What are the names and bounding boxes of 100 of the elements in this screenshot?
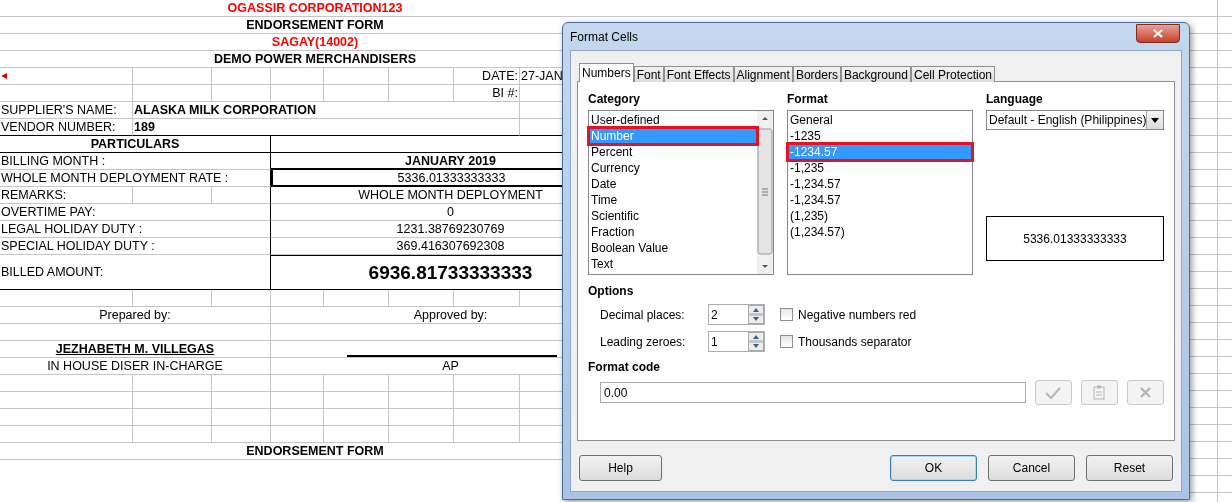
empty-cell [271,290,324,307]
section-heading: Options [588,284,635,298]
list-item[interactable]: Fraction [589,224,757,240]
language-dropdown[interactable]: Default - English (Philippines) [986,110,1164,130]
format-preview: 5336.01333333333 [986,216,1164,261]
list-item[interactable]: Date [589,176,757,192]
empty-cell [389,290,454,307]
checkbox[interactable] [780,335,793,348]
field-label: BILLED AMOUNT: [0,255,271,290]
category-list[interactable]: User-defined Number Percent Currency Date Time Scientific Fraction Boolean Value Text [588,110,774,275]
empty-cell [324,392,389,409]
empty-cell [324,375,389,392]
field-label: Prepared by: [0,307,271,324]
empty-cell [454,375,520,392]
check-icon [1045,386,1062,399]
empty-cell [271,68,324,85]
spin-arrows-icon[interactable] [748,305,764,324]
tab[interactable]: Alignment [733,66,793,82]
close-icon [1139,387,1151,398]
dialog-button[interactable]: OK [890,455,977,481]
field-label: SPECIAL HOLIDAY DUTY : [0,238,271,255]
spin-arrows-icon[interactable] [748,332,764,351]
empty-cell [212,68,271,85]
empty-cell [454,392,520,409]
dropdown-arrow-icon [1151,117,1160,123]
empty-cell [271,409,324,426]
list-item[interactable]: Text [589,256,757,272]
field-label: REMARKS: [0,187,133,204]
scrollbar[interactable] [757,111,773,274]
checkbox[interactable] [780,308,793,321]
empty-cell [454,290,520,307]
empty-cell [324,68,389,85]
field-value: 189 [133,119,520,136]
list-item[interactable]: Boolean Value [589,240,757,256]
empty-cell [324,409,389,426]
list-item[interactable]: General [788,112,972,128]
section-heading: Format code [588,360,661,374]
comment-marker-icon [1,73,7,79]
field-label: WHOLE MONTH DEPLOYMENT RATE : [0,170,271,187]
empty-cell [212,375,271,392]
list-item[interactable]: -1235 [788,128,972,144]
list-item[interactable]: User-defined [589,112,757,128]
checkbox-label: Thousands separator [798,334,912,349]
close-icon [1153,29,1163,38]
section-heading: Category [588,92,641,106]
signatory-name: JEZHABETH M. VILLEGAS [0,341,271,358]
field-label: VENDOR NUMBER: [0,119,133,136]
list-item[interactable]: Time [589,192,757,208]
empty-cell [324,426,389,443]
spin-field[interactable]: 2 [708,304,765,325]
field-label: Decimal places: [600,307,686,322]
tab[interactable]: Font Effects [663,66,734,82]
empty-cell [454,409,520,426]
field-label: BI #: [454,85,520,102]
field-label: OVERTIME PAY: [0,204,271,221]
dialog-button[interactable]: Reset [1086,455,1173,481]
empty-cell [212,85,271,102]
field-value: ALASKA MILK CORPORATION [133,102,520,119]
empty-cell [454,426,520,443]
list-item[interactable]: (1,235) [788,208,972,224]
empty-cell [324,85,389,102]
tab[interactable]: Borders [792,66,841,82]
list-item[interactable]: Percent [589,144,757,160]
company-name: OGASSIR CORPORATION123 [0,0,562,17]
tab[interactable]: Background [840,66,911,82]
empty-cell [271,85,324,102]
signatory-role: IN HOUSE DISER IN-CHARGE [0,358,271,375]
spin-field[interactable]: 1 [708,331,765,352]
field-label: Leading zeroes: [600,334,687,349]
dialog-button[interactable]: Cancel [988,455,1075,481]
field-label: SUPPLIER'S NAME: [0,102,133,119]
tab[interactable]: Font [633,66,664,82]
column-header: PARTICULARS [0,136,271,153]
format-code-field[interactable]: 0.00 [600,382,1026,403]
tab[interactable]: Cell Protection [910,66,995,82]
empty-cell [324,290,389,307]
checkbox-label: Negative numbers red [798,307,917,322]
list-item[interactable]: Currency [589,160,757,176]
empty-cell [389,426,454,443]
list-item[interactable]: -1,234.57 [788,192,972,208]
help-button[interactable]: Help [579,455,662,481]
tab[interactable]: Numbers [579,63,634,82]
window-title: Format Cells [570,29,638,44]
list-item[interactable]: -1,234.57 [788,176,972,192]
section-heading: Format [787,92,829,106]
empty-cell [212,409,271,426]
list-item[interactable]: -1,235 [788,160,972,176]
field-label: LEGAL HOLIDAY DUTY : [0,221,271,238]
clipboard-icon [1093,385,1106,400]
field-label: DATE: [454,68,520,85]
empty-cell [389,68,454,85]
field-label: BILLING MONTH : [0,153,271,170]
empty-cell [212,290,271,307]
close-button[interactable] [1136,24,1180,43]
empty-cell [389,392,454,409]
list-item[interactable]: (1,234.57) [788,224,972,240]
format-list[interactable]: General -1235 -1234.57 -1,235 -1,234.57 -1,234.57 (1,235) (1,234.57) [787,110,973,275]
list-item[interactable]: Scientific [589,208,757,224]
empty-cell [212,392,271,409]
empty-cell [271,426,324,443]
